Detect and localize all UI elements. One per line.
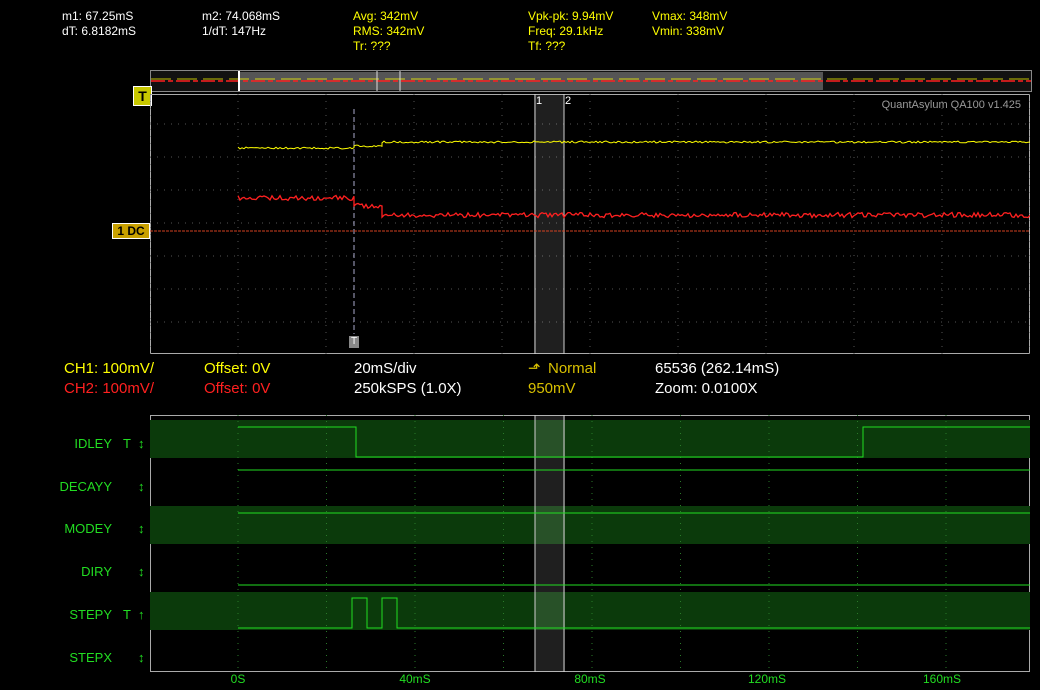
marker2-readout: m2: 74.068mS: [202, 9, 280, 23]
cursor2-label[interactable]: 2: [565, 95, 571, 107]
ch1-dc-marker[interactable]: 1 DC: [112, 223, 150, 239]
ch1-offset[interactable]: Offset: 0V: [204, 360, 270, 378]
scope-grid: [150, 94, 1030, 354]
overview-bar[interactable]: [150, 70, 1032, 92]
timebase[interactable]: 20mS/div: [354, 360, 417, 378]
fall-time-readout: Tf: ???: [528, 39, 565, 53]
frequency-readout: Freq: 29.1kHz: [528, 24, 603, 38]
sample-rate[interactable]: 250kSPS (1.0X): [354, 380, 462, 398]
ch2-offset[interactable]: Offset: 0V: [204, 380, 270, 398]
channel-stepy-label[interactable]: STEPY: [69, 607, 112, 622]
cursor1-label[interactable]: 1: [536, 95, 542, 107]
vmax-readout: Vmax: 348mV: [652, 9, 727, 23]
vmin-readout: Vmin: 338mV: [652, 24, 724, 38]
channel-modey-label[interactable]: MODEY: [64, 521, 112, 536]
channel-diry-label[interactable]: DIRY: [81, 564, 112, 579]
watermark: QuantAsylum QA100 v1.425: [882, 99, 1021, 111]
channel-idley-label[interactable]: IDLEY: [74, 436, 112, 451]
x-tick-label: 0S: [231, 672, 246, 686]
rms-readout: RMS: 342mV: [353, 24, 424, 38]
channel-stepy-trigger-flag[interactable]: T: [123, 607, 131, 622]
rise-time-readout: Tr: ???: [353, 39, 391, 53]
channel-decayy-edge-icon[interactable]: ↕: [138, 479, 145, 494]
trigger-time-marker[interactable]: T: [349, 336, 359, 348]
sample-count[interactable]: 65536 (262.14mS): [655, 360, 779, 378]
ch2-trace: [238, 196, 1030, 218]
channel-idley-trigger-flag[interactable]: T: [123, 436, 131, 451]
x-tick-label: 160mS: [923, 672, 961, 686]
x-tick-label: 40mS: [399, 672, 430, 686]
channel-modey-edge-icon[interactable]: ↕: [138, 521, 145, 536]
trigger-edge-icon[interactable]: ⬏: [528, 360, 541, 378]
logic-cursor-window: [535, 415, 565, 672]
zoom-level[interactable]: Zoom: 0.0100X: [655, 380, 758, 398]
marker1-readout: m1: 67.25mS: [62, 9, 133, 23]
channel-stepy-edge-icon[interactable]: ↑: [138, 607, 145, 622]
inverse-delta-readout: 1/dT: 147Hz: [202, 24, 266, 38]
stepy-band: [150, 592, 1030, 630]
channel-decayy-label[interactable]: DECAYY: [60, 479, 113, 494]
ch2-scale[interactable]: CH2: 100mV/: [64, 380, 154, 398]
avg-readout: Avg: 342mV: [353, 9, 418, 23]
trigger-mode[interactable]: Normal: [548, 360, 596, 378]
ch1-scale[interactable]: CH1: 100mV/: [64, 360, 154, 378]
vpkpk-readout: Vpk-pk: 9.94mV: [528, 9, 613, 23]
scope-display[interactable]: 1 2 QuantAsylum QA100 v1.425 T: [150, 94, 1030, 354]
trigger-level[interactable]: 950mV: [528, 380, 576, 398]
delta-time-readout: dT: 6.8182mS: [62, 24, 136, 38]
overview-trace: [151, 71, 1031, 91]
modey-band: [150, 506, 1030, 544]
idley-band: [150, 420, 1030, 458]
x-tick-label: 80mS: [574, 672, 605, 686]
channel-stepx-label[interactable]: STEPX: [69, 650, 112, 665]
cursor-window: [534, 94, 564, 354]
channel-idley-edge-icon[interactable]: ↕: [138, 436, 145, 451]
channel-stepx-edge-icon[interactable]: ↕: [138, 650, 145, 665]
ch1-trace: [238, 141, 1030, 149]
channel-diry-edge-icon[interactable]: ↕: [138, 564, 145, 579]
x-tick-label: 120mS: [748, 672, 786, 686]
logic-display[interactable]: [150, 415, 1030, 672]
logic-waveforms: [150, 415, 1030, 672]
